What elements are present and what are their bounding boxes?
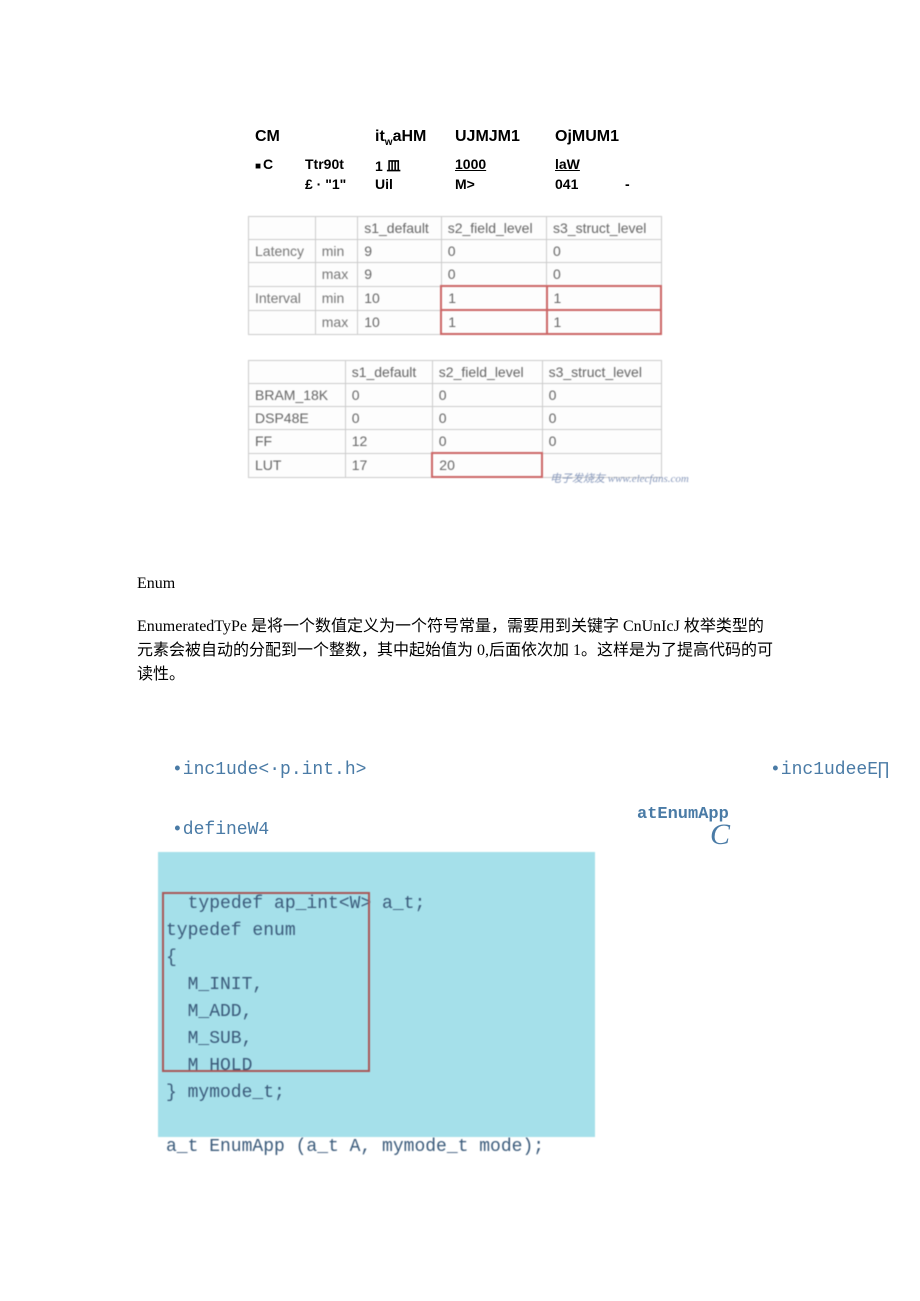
- enum-heading: Enum: [137, 575, 175, 593]
- cell: 0: [432, 430, 542, 454]
- cell-highlight: 1: [441, 286, 546, 310]
- header-block: CM itwaHM UJMJM1 OjMUM1 C Ttr90t 1 皿 100…: [255, 128, 675, 192]
- col-s1: s1_default: [345, 361, 432, 384]
- cell-label: [249, 310, 316, 334]
- hdr-cm: CM: [255, 128, 375, 148]
- header-row-1: CM itwaHM UJMJM1 OjMUM1: [255, 128, 675, 148]
- hdr-itw-sub: w: [385, 137, 393, 148]
- code-block: typedef ap_int<W> a_t; typedef enum { M_…: [158, 852, 595, 1137]
- code-block-text: typedef ap_int<W> a_t; typedef enum { M_…: [166, 894, 544, 1157]
- cell-label: BRAM_18K: [249, 384, 346, 407]
- cell-label: FF: [249, 430, 346, 454]
- hdr-itw: itwaHM: [375, 128, 455, 148]
- table-row: s1_default s2_field_level s3_struct_leve…: [249, 217, 662, 240]
- hdr-041: 041: [555, 176, 625, 192]
- cell-label: [249, 263, 316, 287]
- hdr-uj: UJMJM1: [455, 128, 555, 148]
- hdr-dash: -: [625, 176, 630, 192]
- cell-label: LUT: [249, 453, 346, 477]
- hdr-law: laW: [555, 156, 580, 176]
- table-row: FF 12 0 0: [249, 430, 662, 454]
- cell: 10: [358, 310, 442, 334]
- cell: 0: [441, 263, 546, 287]
- cell: 0: [542, 384, 661, 407]
- cell: 10: [358, 286, 442, 310]
- col-s2: s2_field_level: [441, 217, 546, 240]
- table-row: max 9 0 0: [249, 263, 662, 287]
- hdr-1m: 1 皿: [375, 156, 455, 176]
- cell: 0: [547, 263, 662, 287]
- col-empty: [249, 217, 316, 240]
- hdr-mgt: M>: [455, 176, 555, 192]
- table-row: s1_default s2_field_level s3_struct_leve…: [249, 361, 662, 384]
- cell: 12: [345, 430, 432, 454]
- cell: 0: [547, 240, 662, 263]
- hdr-e1: £ · "1": [305, 176, 375, 192]
- cell-label: Interval: [249, 286, 316, 310]
- latency-interval-table: s1_default s2_field_level s3_struct_leve…: [248, 216, 662, 335]
- hdr-uil: Uil: [375, 176, 455, 192]
- cell-highlight: 1: [547, 286, 662, 310]
- col-empty2: [315, 217, 357, 240]
- col-s2: s2_field_level: [432, 361, 542, 384]
- cell-highlight: 20: [432, 453, 542, 477]
- table-row: BRAM_18K 0 0 0: [249, 384, 662, 407]
- col-s3: s3_struct_level: [547, 217, 662, 240]
- cell: 0: [432, 407, 542, 430]
- hdr-c: C: [255, 156, 305, 176]
- cell-highlight: 1: [547, 310, 662, 334]
- cell-sub: max: [315, 263, 357, 287]
- cell: 9: [358, 240, 442, 263]
- resource-table: s1_default s2_field_level s3_struct_leve…: [248, 360, 662, 478]
- table-row: Interval min 10 1 1: [249, 286, 662, 310]
- hdr-1000: 1000: [455, 156, 555, 176]
- cell-sub: max: [315, 310, 357, 334]
- cell: 17: [345, 453, 432, 477]
- table-row: max 10 1 1: [249, 310, 662, 334]
- cell: 0: [441, 240, 546, 263]
- col-empty: [249, 361, 346, 384]
- col-s1: s1_default: [358, 217, 442, 240]
- hdr-itw-rest: aHM: [393, 128, 427, 145]
- watermark: 电子发烧友 www.elecfans.com: [550, 470, 689, 486]
- col-s3: s3_struct_level: [542, 361, 661, 384]
- header-row-3: £ · "1" Uil M> 041 -: [255, 176, 675, 192]
- cell: 9: [358, 263, 442, 287]
- cell: 0: [432, 384, 542, 407]
- cell-sub: min: [315, 286, 357, 310]
- hdr-oj: OjMUM1: [555, 128, 619, 148]
- cell-highlight: 1: [441, 310, 546, 334]
- enum-paragraph: EnumeratedTyPe 是将一个数值定义为一个符号常量，需要用到关键字 C…: [137, 615, 777, 687]
- code-define: •defineW4: [172, 820, 269, 840]
- header-row-2: C Ttr90t 1 皿 1000 laW: [255, 156, 675, 176]
- hdr-itw-text: it: [375, 128, 385, 145]
- hdr-ttr: Ttr90t: [305, 156, 375, 176]
- code-big-c: C: [710, 818, 730, 852]
- code-include-1: •inc1ude<·p.int.h>: [172, 760, 366, 780]
- cell: 0: [345, 407, 432, 430]
- cell: 0: [345, 384, 432, 407]
- cell: 0: [542, 407, 661, 430]
- table-row: DSP48E 0 0 0: [249, 407, 662, 430]
- cell-label: Latency: [249, 240, 316, 263]
- table-row: Latency min 9 0 0: [249, 240, 662, 263]
- cell-sub: min: [315, 240, 357, 263]
- cell: 0: [542, 430, 661, 454]
- code-include-2: •inc1udeeE∏: [770, 760, 889, 780]
- cell-label: DSP48E: [249, 407, 346, 430]
